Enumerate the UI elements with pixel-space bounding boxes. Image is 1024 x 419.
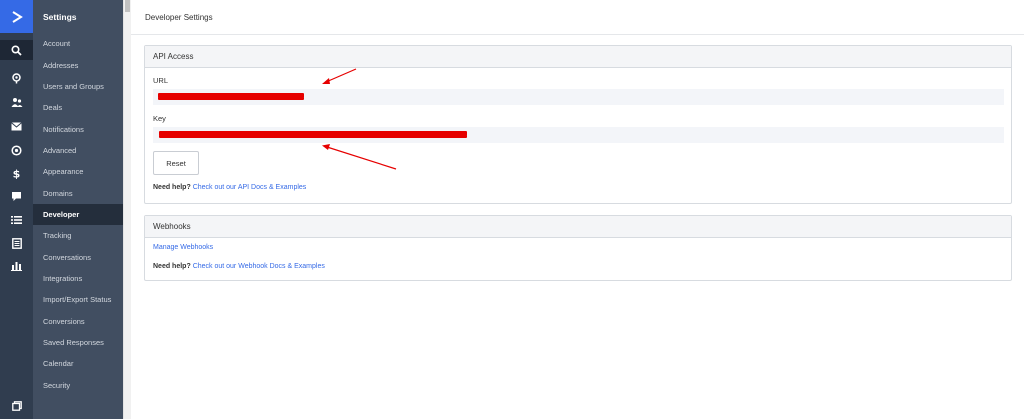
target-icon[interactable] bbox=[0, 140, 33, 160]
svg-text:$: $ bbox=[13, 168, 21, 180]
chat-icon[interactable] bbox=[0, 186, 33, 206]
webhook-help-prefix: Need help? bbox=[153, 263, 191, 270]
sidebar-item-conversions[interactable]: Conversions bbox=[33, 310, 123, 331]
settings-sidebar: Settings Account Addresses Users and Gro… bbox=[33, 0, 123, 419]
search-icon[interactable] bbox=[0, 40, 33, 60]
mail-icon[interactable] bbox=[0, 116, 33, 136]
sidebar-scrollbar[interactable] bbox=[123, 0, 131, 419]
list-icon[interactable] bbox=[0, 210, 33, 230]
sidebar-item-tracking[interactable]: Tracking bbox=[33, 225, 123, 246]
sidebar-item-users-and-groups[interactable]: Users and Groups bbox=[33, 76, 123, 97]
webhook-docs-link[interactable]: Check out our Webhook Docs & Examples bbox=[193, 263, 325, 270]
url-label: URL bbox=[153, 76, 169, 85]
dollar-icon[interactable]: $ bbox=[0, 163, 33, 183]
sidebar-item-integrations[interactable]: Integrations bbox=[33, 268, 123, 289]
api-help-prefix: Need help? bbox=[153, 184, 191, 191]
url-redaction-2 bbox=[158, 97, 304, 100]
contacts-icon[interactable] bbox=[0, 92, 33, 112]
sidebar-item-deals[interactable]: Deals bbox=[33, 97, 123, 118]
api-docs-link[interactable]: Check out our API Docs & Examples bbox=[193, 184, 307, 191]
key-redaction-2 bbox=[159, 135, 467, 138]
chart-icon[interactable] bbox=[0, 256, 33, 276]
api-access-panel: API Access URL Key Reset Need help? Chec… bbox=[144, 45, 1012, 204]
sidebar-item-account[interactable]: Account bbox=[33, 33, 123, 54]
sidebar-item-addresses[interactable]: Addresses bbox=[33, 54, 123, 75]
scrollbar-thumb[interactable] bbox=[125, 0, 130, 12]
sidebar-item-domains[interactable]: Domains bbox=[33, 182, 123, 203]
manage-webhooks-link[interactable]: Manage Webhooks bbox=[153, 244, 213, 251]
key-label: Key bbox=[153, 114, 166, 123]
window-icon[interactable] bbox=[0, 396, 33, 416]
sidebar-item-appearance[interactable]: Appearance bbox=[33, 161, 123, 182]
sidebar-item-saved-responses[interactable]: Saved Responses bbox=[33, 332, 123, 353]
api-help-text: Need help? Check out our API Docs & Exam… bbox=[153, 184, 306, 191]
main-content: Developer Settings API Access URL Key Re… bbox=[131, 0, 1024, 419]
webhook-help-text: Need help? Check out our Webhook Docs & … bbox=[153, 263, 325, 270]
webhooks-panel: Webhooks Manage Webhooks Need help? Chec… bbox=[144, 215, 1012, 281]
sidebar-item-import-export-status[interactable]: Import/Export Status bbox=[33, 289, 123, 310]
icon-rail: $ bbox=[0, 0, 33, 419]
sidebar-item-security[interactable]: Security bbox=[33, 375, 123, 396]
sidebar-item-calendar[interactable]: Calendar bbox=[33, 353, 123, 374]
webhooks-title: Webhooks bbox=[145, 216, 1011, 238]
sidebar-item-notifications[interactable]: Notifications bbox=[33, 118, 123, 139]
sidebar-item-advanced[interactable]: Advanced bbox=[33, 140, 123, 161]
api-access-title: API Access bbox=[145, 46, 1011, 68]
logo-icon[interactable] bbox=[0, 0, 33, 33]
sidebar-item-developer[interactable]: Developer bbox=[33, 203, 123, 226]
page-title: Developer Settings bbox=[131, 0, 1024, 35]
sidebar-title: Settings bbox=[43, 11, 77, 22]
reset-button[interactable]: Reset bbox=[153, 151, 199, 175]
sidebar-item-conversations[interactable]: Conversations bbox=[33, 246, 123, 267]
location-icon[interactable] bbox=[0, 68, 33, 88]
document-icon[interactable] bbox=[0, 233, 33, 253]
